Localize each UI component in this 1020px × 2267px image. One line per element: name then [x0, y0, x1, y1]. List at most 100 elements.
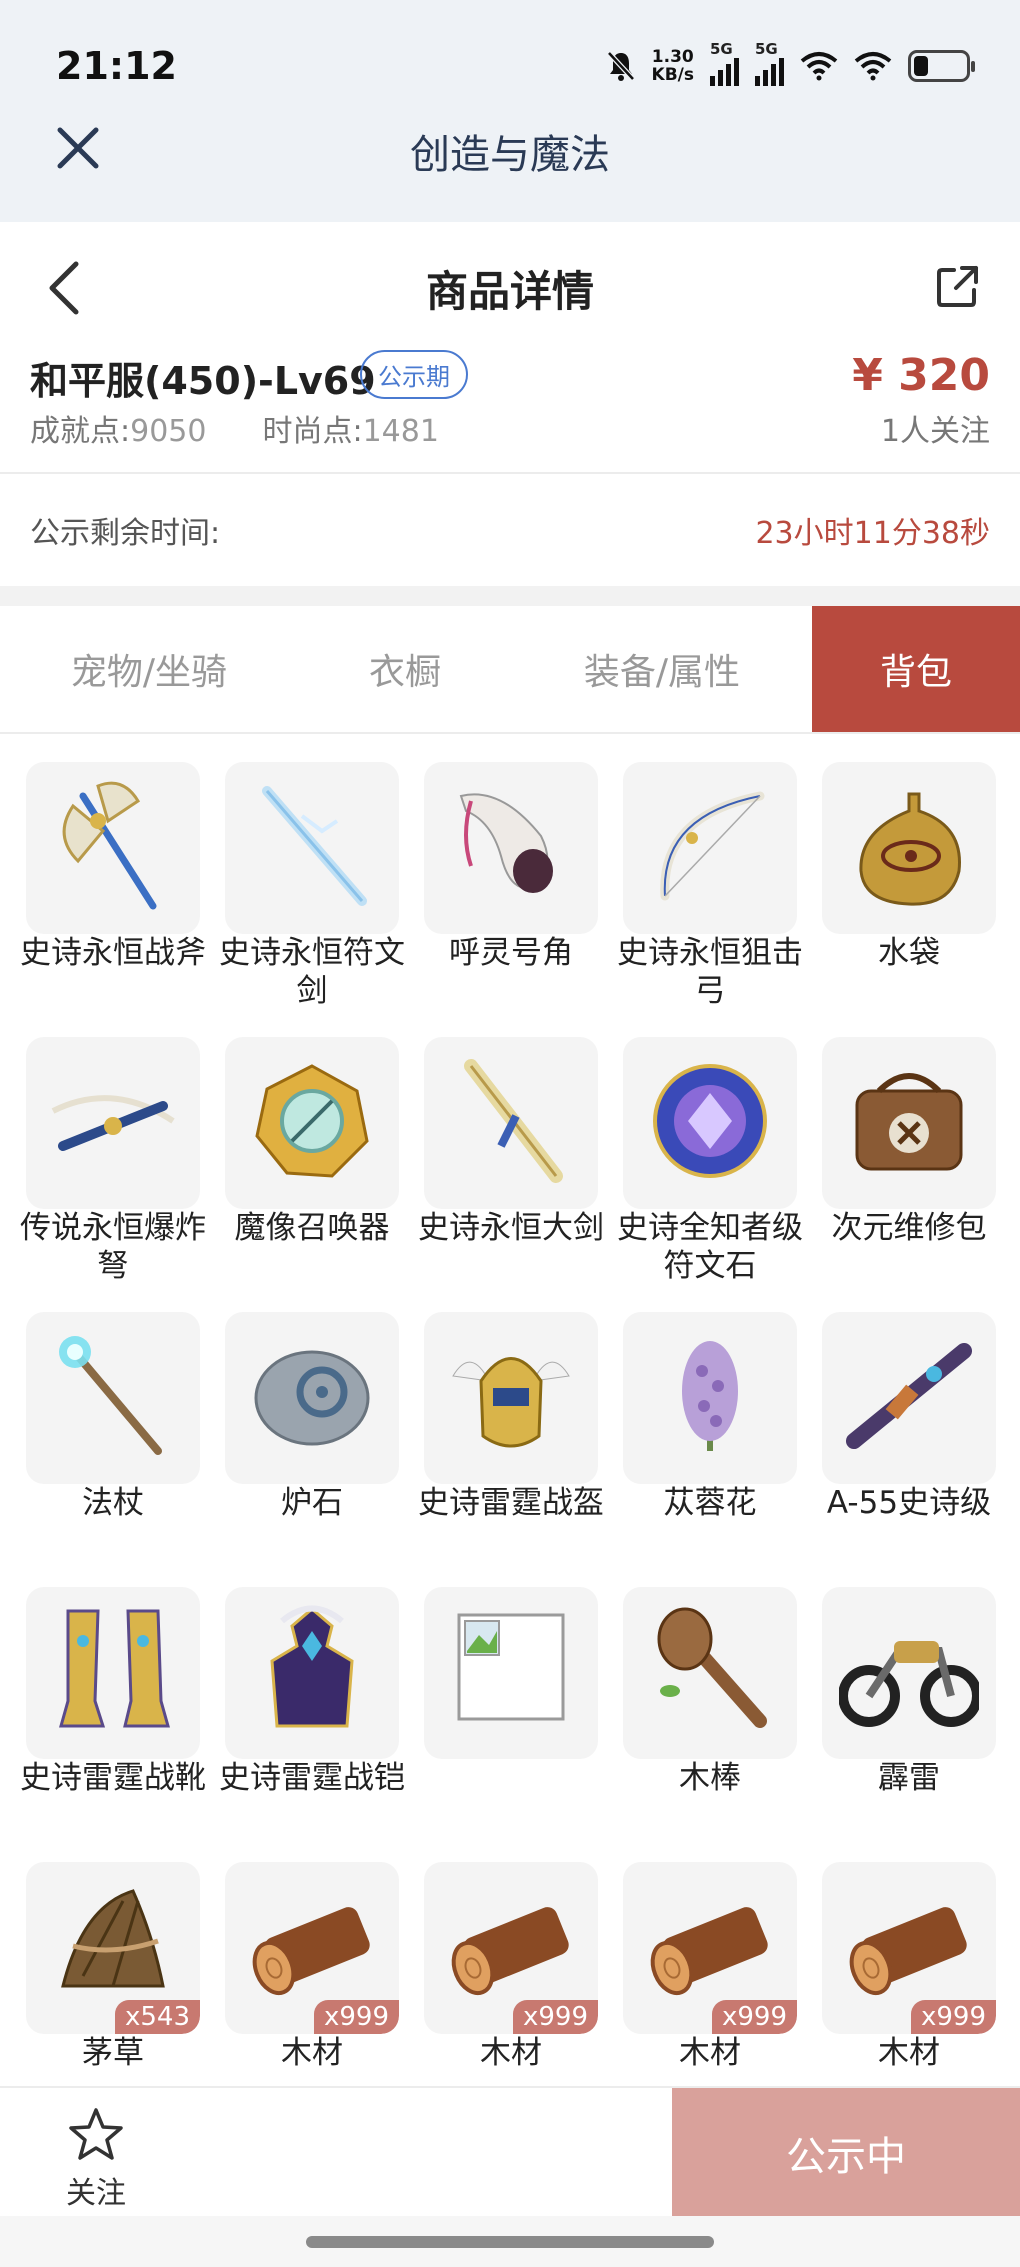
bow-icon — [660, 791, 765, 901]
item-name: 木材 — [281, 2035, 343, 2071]
item-name: 苁蓉花 — [663, 1485, 757, 1521]
signal-2-icon: 5G — [755, 40, 784, 86]
net-speed: 1.30 KB/s — [652, 48, 694, 84]
item-thumbnail — [26, 1312, 200, 1484]
backpack-item[interactable]: 史诗雷霆战靴 — [20, 1587, 206, 1862]
backpack-item[interactable]: A-55史诗级 — [822, 1312, 996, 1587]
item-thumbnail — [26, 1037, 200, 1209]
armor-icon — [270, 1605, 354, 1728]
wifi-icon — [800, 52, 838, 81]
tab-wardrobe[interactable]: 衣橱 — [298, 606, 512, 732]
backpack-item[interactable]: 史诗全知者级符文石 — [617, 1037, 803, 1312]
backpack-item[interactable]: 史诗雷霆战铠 — [219, 1587, 405, 1862]
crossbow-icon — [51, 1095, 175, 1151]
countdown-row: 公示剩余时间: 23小时11分38秒 — [0, 474, 1020, 586]
backpack-item[interactable]: 魔像召唤器 — [225, 1037, 399, 1312]
item-thumbnail: x999 — [225, 1862, 399, 2034]
status-icons: 1.30 KB/s 5G 5G — [606, 40, 975, 86]
backpack-item[interactable]: 呼灵号角 — [424, 762, 598, 1037]
fashion-label: 时尚点: — [262, 414, 363, 449]
item-name: 次元维修包 — [831, 1210, 987, 1246]
followers-count: 1人关注 — [880, 414, 990, 449]
page-header: 商品详情 — [0, 222, 1020, 352]
item-thumbnail — [623, 1312, 797, 1484]
rifle-icon — [846, 1343, 972, 1449]
item-name: 史诗全知者级符文石 — [617, 1210, 803, 1284]
backpack-item[interactable]: 史诗永恒狙击弓 — [617, 762, 803, 1037]
item-name: 和平服(450)-Lv69 — [30, 359, 376, 403]
publicity-status-button[interactable]: 公示中 — [672, 2088, 1020, 2218]
item-thumbnail — [225, 1587, 399, 1759]
backpack-item[interactable]: 传说永恒爆炸弩 — [20, 1037, 206, 1312]
item-thumbnail: x543 — [26, 1862, 200, 2034]
quantity-badge: x543 — [114, 2000, 200, 2034]
item-thumbnail — [424, 1312, 598, 1484]
backpack-item[interactable]: 炉石 — [225, 1312, 399, 1587]
item-thumbnail — [623, 1037, 797, 1209]
item-thumbnail — [623, 762, 797, 934]
quantity-badge: x999 — [711, 2000, 797, 2034]
backpack-item[interactable]: 水袋 — [822, 762, 996, 1037]
quantity-badge: x999 — [512, 2000, 598, 2034]
signal-2-tag: 5G — [755, 40, 778, 58]
item-name: 史诗永恒狙击弓 — [617, 935, 803, 1009]
backpack-item[interactable]: 苁蓉花 — [623, 1312, 797, 1587]
fashion-value: 1481 — [362, 414, 439, 449]
mute-bell-icon — [606, 51, 635, 81]
signal-1-tag: 5G — [710, 40, 733, 58]
tab-equipment-attributes[interactable]: 装备/属性 — [512, 606, 812, 732]
item-name: 传说永恒爆炸弩 — [20, 1210, 206, 1284]
share-icon[interactable] — [934, 262, 982, 310]
wifi-2-icon — [854, 52, 892, 81]
tab-pets-mounts[interactable]: 宠物/坐骑 — [0, 606, 298, 732]
item-name: 呼灵号角 — [449, 935, 573, 971]
achievement-value: 9050 — [130, 414, 207, 449]
item-name: 木材 — [480, 2035, 542, 2071]
club-icon — [657, 1607, 767, 1728]
wood-log-icon — [252, 1907, 370, 1996]
backpack-item[interactable] — [424, 1587, 598, 1862]
motorcycle-icon — [839, 1641, 979, 1727]
quantity-badge: x999 — [313, 2000, 399, 2034]
hearthstone-icon — [254, 1350, 370, 1446]
item-name: 史诗永恒符文剑 — [219, 935, 405, 1009]
boots-icon — [59, 1609, 170, 1728]
item-name: 木材 — [679, 2035, 741, 2071]
water-bag-icon — [859, 792, 961, 906]
item-thumbnail: x999 — [822, 1862, 996, 2034]
item-thumbnail — [225, 1037, 399, 1209]
bottom-bar: 关注 公示中 — [0, 2086, 1020, 2218]
broken-image-icon — [457, 1613, 565, 1721]
item-thumbnail — [26, 762, 200, 934]
follow-label: 关注 — [66, 2176, 126, 2211]
achievement-label: 成就点: — [30, 414, 131, 449]
net-speed-value: 1.30 — [651, 47, 694, 67]
signal-1-icon: 5G — [710, 40, 739, 86]
backpack-item[interactable]: 史诗永恒大剑 — [418, 1037, 604, 1312]
item-name: 史诗雷霆战盔 — [418, 1485, 604, 1521]
item-name: 法杖 — [82, 1485, 144, 1521]
follow-button[interactable]: 关注 — [56, 2106, 136, 2212]
status-time: 21:12 — [56, 44, 177, 88]
backpack-item[interactable]: 史诗永恒符文剑 — [219, 762, 405, 1037]
net-speed-unit: KB/s — [651, 65, 694, 85]
backpack-item[interactable]: 次元维修包 — [822, 1037, 996, 1312]
golem-summoner-icon — [255, 1064, 369, 1178]
backpack-item[interactable]: 木棒 — [623, 1587, 797, 1862]
home-indicator[interactable] — [306, 2236, 714, 2248]
item-thumbnail: x999 — [623, 1862, 797, 2034]
tab-backpack[interactable]: 背包 — [812, 606, 1020, 732]
thatch-icon — [61, 1889, 165, 1988]
repair-bag-icon — [855, 1073, 963, 1171]
backpack-grid: 史诗永恒战斧 史诗永恒符文剑 呼灵号角 史诗永恒狙击弓 水袋 传说永恒爆炸弩 魔像召唤器 史诗… — [20, 762, 996, 2137]
item-name: 魔像召唤器 — [234, 1210, 390, 1246]
backpack-item[interactable]: 史诗雷霆战盔 — [418, 1312, 604, 1587]
backpack-item[interactable]: 霹雷 — [822, 1587, 996, 1862]
backpack-item[interactable]: 法杖 — [26, 1312, 200, 1587]
item-summary: 和平服(450)-Lv69 公示期 成就点:9050 时尚点:1481 ¥ 320… — [0, 340, 1020, 474]
greatsword-icon — [464, 1059, 563, 1183]
rune-sword-icon — [262, 786, 367, 906]
item-thumbnail — [822, 1587, 996, 1759]
item-name: 水袋 — [878, 935, 940, 971]
backpack-item[interactable]: 史诗永恒战斧 — [20, 762, 206, 1037]
